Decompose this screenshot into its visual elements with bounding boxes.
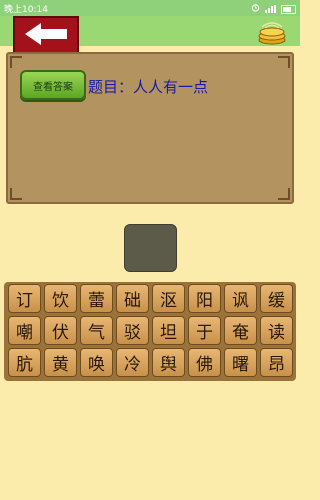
character-tile[interactable]: 讽 xyxy=(224,284,257,313)
character-tile[interactable]: 缓 xyxy=(260,284,293,313)
panel-corner-decoration xyxy=(278,56,290,68)
arrow-left-icon xyxy=(23,21,69,51)
character-tile[interactable]: 奄 xyxy=(224,316,257,345)
character-tile[interactable]: 舆 xyxy=(152,348,185,377)
character-tile[interactable]: 沤 xyxy=(152,284,185,313)
character-tile[interactable]: 阳 xyxy=(188,284,221,313)
status-time: 晚上10:14 xyxy=(4,5,48,15)
top-bar xyxy=(0,16,300,56)
character-tile[interactable]: 肮 xyxy=(8,348,41,377)
alarm-icon xyxy=(251,3,260,15)
back-button[interactable] xyxy=(13,16,79,56)
character-tile[interactable]: 伏 xyxy=(44,316,77,345)
character-tile[interactable]: 唤 xyxy=(80,348,113,377)
character-tile[interactable]: 冷 xyxy=(116,348,149,377)
status-icons xyxy=(251,3,296,15)
character-tile[interactable]: 昂 xyxy=(260,348,293,377)
character-tile[interactable]: 黄 xyxy=(44,348,77,377)
show-answer-button[interactable]: 查看答案 xyxy=(20,70,86,100)
character-tile[interactable]: 读 xyxy=(260,316,293,345)
panel-corner-decoration xyxy=(10,188,22,200)
character-tile[interactable]: 气 xyxy=(80,316,113,345)
panel-corner-decoration xyxy=(278,188,290,200)
character-tile[interactable]: 佛 xyxy=(188,348,221,377)
character-tile[interactable]: 础 xyxy=(116,284,149,313)
signal-icon xyxy=(265,5,276,13)
answer-slot[interactable] xyxy=(124,224,177,272)
character-tile[interactable]: 嘲 xyxy=(8,316,41,345)
character-tile[interactable]: 驳 xyxy=(116,316,149,345)
character-tile[interactable]: 于 xyxy=(188,316,221,345)
battery-icon xyxy=(281,4,296,14)
character-tile[interactable]: 曙 xyxy=(224,348,257,377)
question-text: 题目：人人有一点 xyxy=(88,78,209,96)
status-bar: 晚上10:14 xyxy=(0,0,300,16)
character-tile[interactable]: 订 xyxy=(8,284,41,313)
character-tile[interactable]: 饮 xyxy=(44,284,77,313)
question-panel: 查看答案 题目：人人有一点 xyxy=(6,52,294,204)
character-tile[interactable]: 蕾 xyxy=(80,284,113,313)
panel-corner-decoration xyxy=(10,56,22,68)
character-tile[interactable]: 坦 xyxy=(152,316,185,345)
character-grid: 订 饮 蕾 础 沤 阳 讽 缓 嘲 伏 气 驳 坦 于 奄 读 肮 黄 唤 冷 … xyxy=(4,282,296,381)
coins-icon[interactable] xyxy=(256,19,288,45)
